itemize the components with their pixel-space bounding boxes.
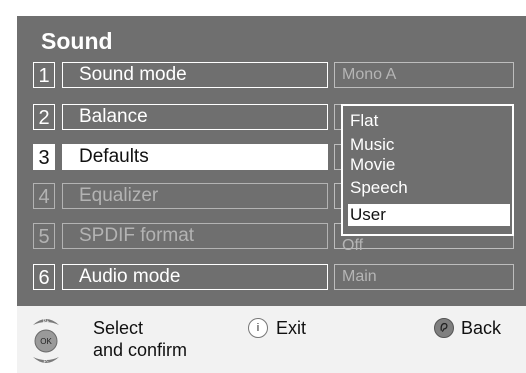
dropdown-option-movie[interactable]: Movie — [348, 154, 510, 176]
row-label: Sound mode — [62, 62, 328, 88]
row-number: 6 — [33, 264, 55, 290]
prog-down-key-label: P- — [44, 359, 49, 365]
tv-screen: Sound 1 Sound mode Mono A 2 Balance 3 De… — [17, 16, 526, 373]
prog-up-key-label: P+ — [43, 319, 49, 325]
row-label: Defaults — [62, 144, 328, 170]
row-value: Main — [334, 264, 514, 290]
row-number: 3 — [33, 144, 55, 170]
back-ear-icon — [434, 318, 454, 338]
row-label: SPDIF format — [62, 223, 328, 249]
row-value: Mono A — [334, 62, 514, 88]
sound-menu-panel: Sound 1 Sound mode Mono A 2 Balance 3 De… — [17, 16, 526, 306]
exit-hint-label: Exit — [276, 318, 307, 338]
select-hint-label: Select — [93, 318, 144, 338]
row-label: Equalizer — [62, 183, 328, 209]
dropdown-option-music[interactable]: Music — [348, 134, 510, 156]
ok-key-label: OK — [40, 337, 52, 346]
dropdown-option-speech[interactable]: Speech — [348, 177, 510, 199]
dropdown-option-user[interactable]: User — [348, 204, 510, 226]
row-number: 1 — [33, 62, 55, 88]
info-icon: i — [248, 318, 268, 338]
ok-navigation-pad-icon: OK P+ P- — [33, 319, 59, 365]
menu-row-audio-mode[interactable]: 6 Audio mode Main — [17, 264, 526, 292]
row-number: 5 — [33, 223, 55, 249]
confirm-hint-label: and confirm — [93, 340, 188, 360]
menu-row-sound-mode[interactable]: 1 Sound mode Mono A — [17, 62, 526, 90]
row-label: Audio mode — [62, 264, 328, 290]
dropdown-option-flat[interactable]: Flat — [348, 110, 510, 132]
row-number: 4 — [33, 183, 55, 209]
back-hint-label: Back — [461, 318, 502, 338]
menu-title: Sound — [41, 28, 113, 54]
defaults-dropdown-list[interactable]: Flat Music Movie Speech User — [341, 104, 514, 236]
row-number: 2 — [33, 104, 55, 130]
row-label: Balance — [62, 104, 328, 130]
help-footer: OK P+ P- Select and confirm i Exit Back — [17, 306, 526, 373]
